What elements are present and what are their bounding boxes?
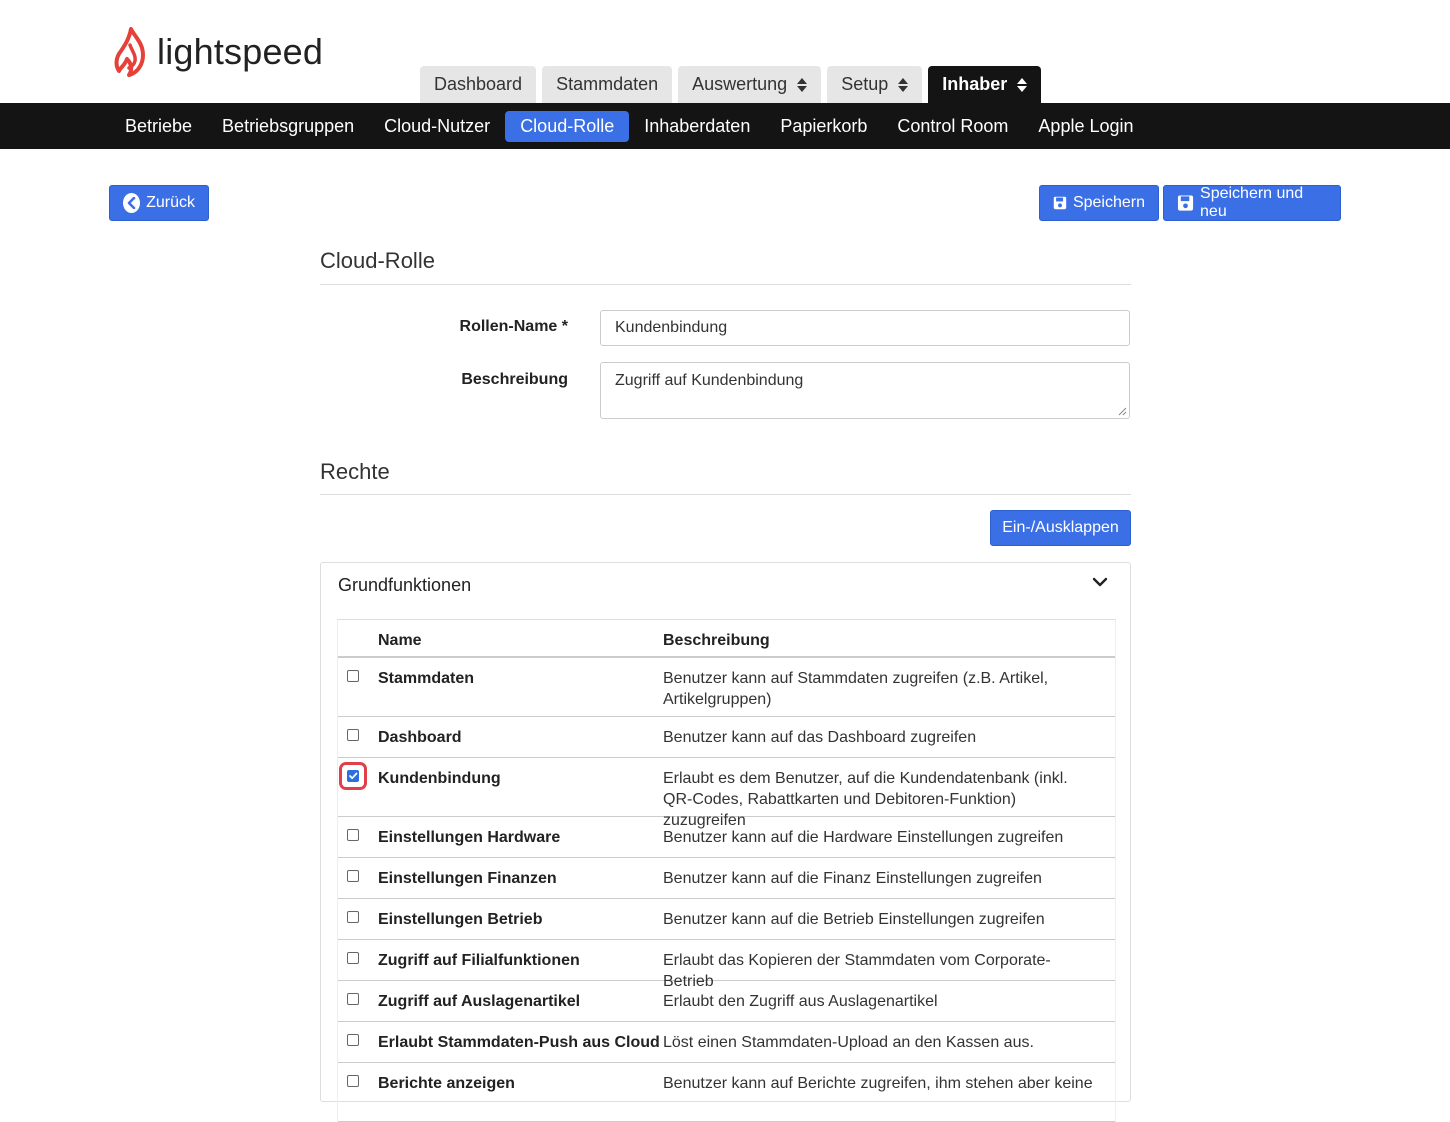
tab-label: Setup — [841, 74, 889, 94]
permission-description: Benutzer kann auf die Finanz Einstellung… — [663, 870, 1042, 887]
nav-item-betriebe[interactable]: Betriebe — [110, 111, 207, 142]
permission-name: Dashboard — [378, 729, 462, 746]
floppy-disk-icon — [1053, 196, 1067, 210]
divider — [320, 494, 1131, 495]
nav-item-cloud-nutzer[interactable]: Cloud-Nutzer — [369, 111, 505, 142]
section-title-rechte: Rechte — [320, 459, 390, 484]
tab-stammdaten[interactable]: Stammdaten — [542, 66, 673, 103]
nav-item-apple-login[interactable]: Apple Login — [1023, 111, 1148, 142]
role-name-input[interactable]: Kundenbindung — [600, 310, 1130, 346]
tab-inhaber[interactable]: Inhaber — [928, 66, 1042, 103]
row-checkbox[interactable] — [347, 670, 359, 682]
row-checkbox[interactable] — [347, 1075, 359, 1087]
row-checkbox[interactable] — [347, 1034, 359, 1046]
permission-description: Benutzer kann auf das Dashboard zugreife… — [663, 729, 977, 746]
expand-collapse-button[interactable]: Ein-/Ausklappen — [990, 510, 1131, 546]
flame-icon — [114, 27, 145, 77]
save-and-new-button[interactable]: Speichern und neu — [1163, 185, 1341, 221]
sort-icon — [898, 77, 909, 92]
row-checkbox[interactable] — [347, 952, 359, 964]
nav-item-cloud-rolle[interactable]: Cloud-Rolle — [505, 111, 630, 142]
permission-name: Einstellungen Betrieb — [378, 911, 543, 928]
table-row: Einstellungen Finanzen Benutzer kann auf… — [338, 858, 1115, 899]
permission-description: Benutzer kann auf Stammdaten zugreifen (… — [663, 670, 1049, 708]
nav-item-papierkorb[interactable]: Papierkorb — [765, 111, 882, 142]
table-row: Kundenbindung Erlaubt es dem Benutzer, a… — [338, 758, 1115, 829]
panel-title: Grundfunktionen — [338, 575, 472, 595]
permissions-table: Name Beschreibung Stammdaten Benutzer ka… — [337, 619, 1116, 1122]
permission-description: Erlaubt das Kopieren der Stammdaten vom … — [663, 952, 1051, 990]
save-button-label: Speichern — [1072, 194, 1145, 211]
floppy-disk-icon — [1177, 195, 1194, 211]
permission-name: Zugriff auf Filialfunktionen — [378, 952, 580, 969]
permission-name: Zugriff auf Auslagenartikel — [378, 993, 581, 1010]
permission-description: Erlaubt den Zugriff aus Auslagenartikel — [663, 993, 938, 1010]
permission-description: Benutzer kann auf die Hardware Einstellu… — [663, 829, 1064, 846]
section-title-cloud-rolle: Cloud-Rolle — [320, 248, 435, 273]
permission-description: Erlaubt es dem Benutzer, auf die Kundend… — [663, 770, 1068, 829]
table-row: Berichte anzeigen Benutzer kann auf Beri… — [338, 1063, 1115, 1122]
row-checkbox-checked[interactable] — [347, 770, 359, 782]
role-name-label: Rollen-Name * — [459, 318, 568, 335]
row-checkbox[interactable] — [347, 829, 359, 841]
back-button[interactable]: Zurück — [109, 185, 209, 221]
column-header-description: Beschreibung — [663, 632, 770, 649]
lightspeed-logo[interactable]: lightspeed — [113, 27, 323, 77]
column-header-name: Name — [378, 632, 422, 649]
sub-navbar: Betriebe Betriebsgruppen Cloud-Nutzer Cl… — [0, 103, 1450, 149]
save-button[interactable]: Speichern — [1039, 185, 1159, 221]
row-checkbox[interactable] — [347, 911, 359, 923]
resize-handle-icon[interactable] — [1117, 406, 1127, 416]
table-row: Stammdaten Benutzer kann auf Stammdaten … — [338, 658, 1115, 717]
nav-item-betriebsgruppen[interactable]: Betriebsgruppen — [207, 111, 369, 142]
tab-label: Inhaber — [942, 74, 1008, 94]
tab-auswertung[interactable]: Auswertung — [678, 66, 822, 103]
row-checkbox[interactable] — [347, 870, 359, 882]
description-label: Beschreibung — [461, 371, 568, 388]
description-value: Zugriff auf Kundenbindung — [615, 372, 804, 389]
tab-label: Stammdaten — [556, 74, 659, 94]
table-row: Einstellungen Hardware Benutzer kann auf… — [338, 817, 1115, 858]
chevron-left-icon — [123, 193, 141, 213]
checkmark-icon — [349, 772, 358, 780]
tab-setup[interactable]: Setup — [827, 66, 923, 103]
permission-description: Löst einen Stammdaten-Upload an den Kass… — [663, 1034, 1034, 1051]
back-button-label: Zurück — [146, 194, 195, 211]
table-row: Einstellungen Betrieb Benutzer kann auf … — [338, 899, 1115, 940]
logo-text: lightspeed — [157, 31, 324, 72]
table-row: Erlaubt Stammdaten-Push aus Cloud Löst e… — [338, 1022, 1115, 1063]
top-tabs: Dashboard Stammdaten Auswertung Setup In… — [420, 66, 1042, 103]
permission-name: Kundenbindung — [378, 770, 501, 787]
description-textarea[interactable]: Zugriff auf Kundenbindung — [600, 362, 1130, 419]
table-header: Name Beschreibung — [338, 620, 1115, 658]
table-row: Zugriff auf Auslagenartikel Erlaubt den … — [338, 981, 1115, 1022]
sort-icon — [1017, 77, 1028, 92]
save-and-new-button-label: Speichern und neu — [1200, 185, 1304, 220]
divider — [320, 284, 1131, 285]
permission-description: Benutzer kann auf die Betrieb Einstellun… — [663, 911, 1045, 928]
nav-item-inhaberdaten[interactable]: Inhaberdaten — [629, 111, 765, 142]
tab-label: Dashboard — [434, 74, 523, 94]
permissions-panel: Grundfunktionen Name Beschreibung Stammd… — [320, 562, 1131, 1122]
sort-icon — [797, 77, 808, 92]
nav-item-control-room[interactable]: Control Room — [882, 111, 1023, 142]
tab-dashboard[interactable]: Dashboard — [420, 66, 537, 103]
chevron-down-icon[interactable] — [1092, 575, 1108, 589]
permission-name: Erlaubt Stammdaten-Push aus Cloud — [378, 1034, 660, 1051]
row-checkbox[interactable] — [347, 993, 359, 1005]
permission-name: Einstellungen Finanzen — [378, 870, 557, 887]
permission-name: Einstellungen Hardware — [378, 829, 561, 846]
row-checkbox[interactable] — [347, 729, 359, 741]
permission-description: Benutzer kann auf Berichte zugreifen, ih… — [663, 1075, 1093, 1092]
table-row: Zugriff auf Filialfunktionen Erlaubt das… — [338, 940, 1115, 990]
tab-label: Auswertung — [692, 74, 788, 94]
permission-name: Stammdaten — [378, 670, 475, 687]
table-row: Dashboard Benutzer kann auf das Dashboar… — [338, 717, 1115, 758]
role-name-value: Kundenbindung — [615, 319, 728, 336]
permission-name: Berichte anzeigen — [378, 1075, 515, 1092]
